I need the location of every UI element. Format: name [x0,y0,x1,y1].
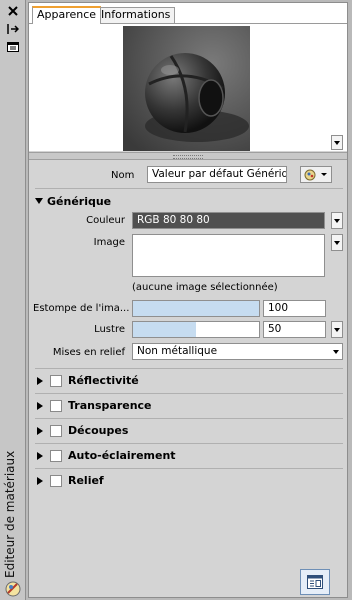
section-cutouts[interactable]: Découpes [35,420,343,442]
color-label: Couleur [86,215,125,226]
fade-slider[interactable] [132,300,260,317]
section-reflectivity[interactable]: Réflectivité [35,370,343,392]
image-slot[interactable] [132,234,325,277]
material-editor-logo-icon [4,580,22,598]
collapsed-triangle-icon [37,452,43,460]
divider [35,418,343,419]
tab-information[interactable]: Informations [96,7,176,23]
section-transparency[interactable]: Transparence [35,395,343,417]
fade-value-field[interactable]: 100 [263,300,326,317]
divider [35,468,343,469]
bump-checkbox[interactable] [50,475,62,487]
gloss-slider[interactable] [132,321,260,338]
name-label: Nom [111,170,135,181]
self-illumination-checkbox[interactable] [50,450,62,462]
image-dropdown[interactable] [331,234,343,251]
highlights-select[interactable]: Non métallique [132,343,343,360]
properties-icon[interactable] [5,40,21,54]
cutouts-checkbox[interactable] [50,425,62,437]
material-browser-button[interactable] [300,569,330,595]
color-dropdown[interactable] [331,212,343,229]
material-name-field[interactable]: Valeur par défaut Génériqu [147,166,287,183]
create-material-button[interactable] [300,166,332,183]
divider [35,393,343,394]
section-bump[interactable]: Relief [35,470,343,492]
collapsed-triangle-icon [37,402,43,410]
collapsed-triangle-icon [37,427,43,435]
color-swatch-field[interactable]: RGB 80 80 80 [132,212,325,229]
gloss-dropdown[interactable] [331,321,343,338]
tab-appearance[interactable]: Apparence [32,6,102,24]
tab-bar: Apparence Informations [29,3,347,24]
highlights-label: Mises en relief [52,347,125,358]
section-self-illumination[interactable]: Auto-éclairement [35,445,343,467]
gloss-value-field[interactable]: 50 [263,321,326,338]
generic-section-header[interactable]: Générique [35,195,235,209]
close-icon[interactable] [5,4,21,18]
fade-slider-fill [133,301,259,316]
material-editor-panel: Apparence Informations Nom Valeur par dé… [28,2,348,598]
splitter[interactable] [29,152,347,160]
gloss-label: Lustre [94,324,125,335]
fade-label: Estompe de l'ima... [33,303,130,314]
material-preview-area [29,23,347,151]
collapsed-triangle-icon [37,477,43,485]
image-label: Image [93,237,125,248]
material-preview-image [123,26,250,151]
auto-hide-icon[interactable] [5,22,21,36]
transparency-checkbox[interactable] [50,400,62,412]
material-browser-icon [307,575,323,589]
preview-options-dropdown[interactable] [331,135,343,150]
collapsed-triangle-icon [37,377,43,385]
expanded-triangle-icon [35,198,43,204]
divider [35,188,343,189]
reflectivity-checkbox[interactable] [50,375,62,387]
gloss-slider-fill [133,322,196,337]
divider [35,443,343,444]
divider [35,368,343,369]
chevron-down-icon [333,350,339,354]
palette-title-strip: Editeur de matériaux [0,0,26,600]
image-caption: (aucune image sélectionnée) [132,282,278,293]
